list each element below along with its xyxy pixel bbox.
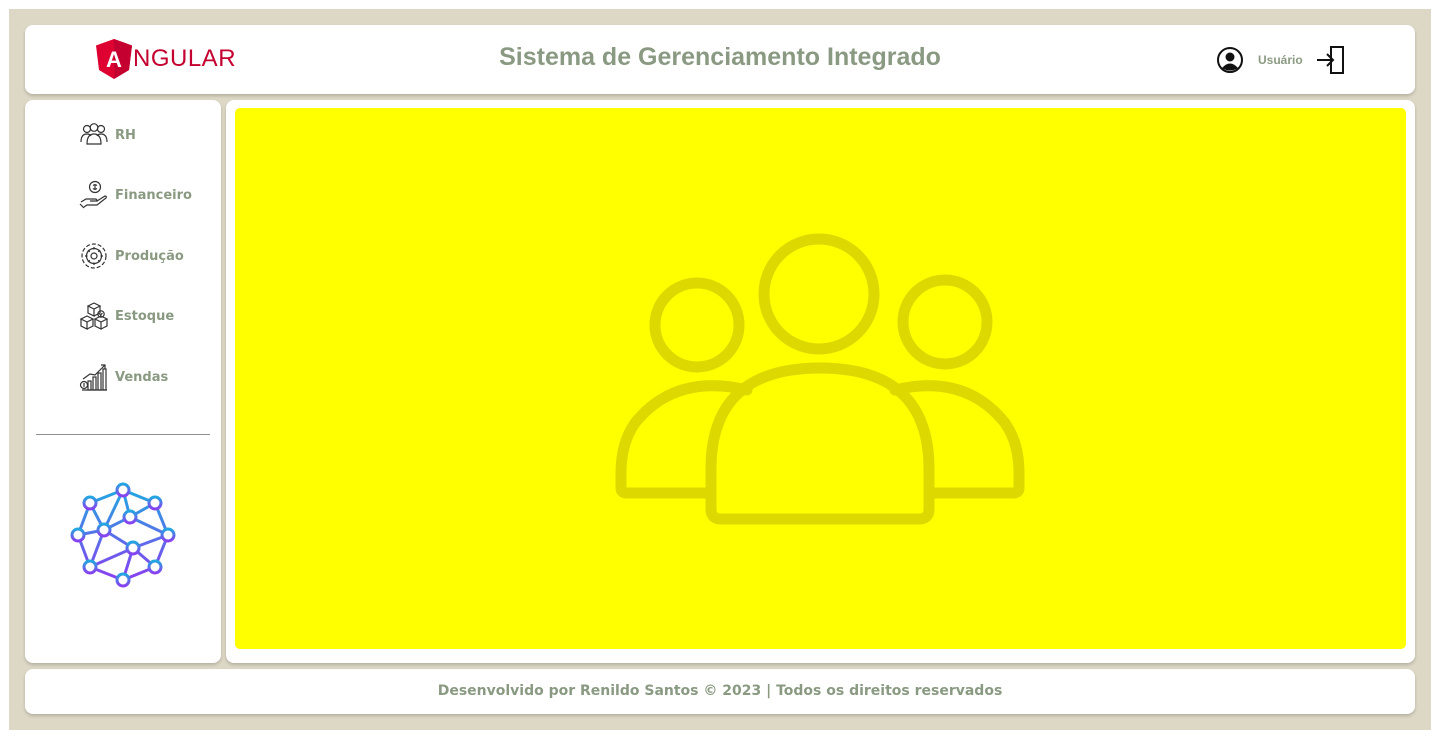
sidebar-divider — [36, 434, 210, 435]
network-globe-icon — [70, 482, 176, 588]
logout-icon[interactable] — [1315, 45, 1347, 75]
people-icon — [80, 123, 108, 145]
sidebar-item-label: Estoque — [115, 308, 175, 324]
sidebar-item-label: RH — [115, 127, 136, 143]
sidebar-item-estoque[interactable]: Estoque — [79, 300, 174, 332]
production-gear-icon — [81, 243, 107, 269]
sales-chart-icon — [79, 364, 107, 391]
page-title: Sistema de Gerenciamento Integrado — [499, 43, 941, 71]
sidebar-item-label: Vendas — [115, 369, 169, 385]
sidebar-item-label: Produção — [115, 248, 184, 264]
sidebar-item-label: Financeiro — [115, 187, 192, 203]
sidebar-item-financeiro[interactable]: Financeiro — [79, 179, 192, 211]
user-avatar-icon[interactable] — [1216, 46, 1244, 74]
sidebar-item-producao[interactable]: Produção — [79, 240, 184, 272]
main-content — [226, 100, 1415, 663]
content-panel — [235, 108, 1406, 649]
boxes-icon — [79, 302, 109, 330]
footer-copyright: Desenvolvido por Renildo Santos © 2023 |… — [437, 683, 1003, 699]
sidebar-item-vendas[interactable]: Vendas — [79, 361, 168, 393]
header-bar: A NGULAR Sistema de Gerenciamento Integr… — [25, 25, 1415, 94]
money-hand-icon — [79, 180, 107, 209]
user-menu: Usuário — [1216, 45, 1347, 75]
footer-bar: Desenvolvido por Renildo Santos © 2023 |… — [25, 669, 1415, 714]
people-group-icon — [615, 233, 1025, 525]
user-label[interactable]: Usuário — [1258, 53, 1303, 67]
sidebar-item-rh[interactable]: RH — [79, 119, 136, 151]
sidebar: RH Financeiro Produção Estoque Vendas — [25, 100, 221, 663]
